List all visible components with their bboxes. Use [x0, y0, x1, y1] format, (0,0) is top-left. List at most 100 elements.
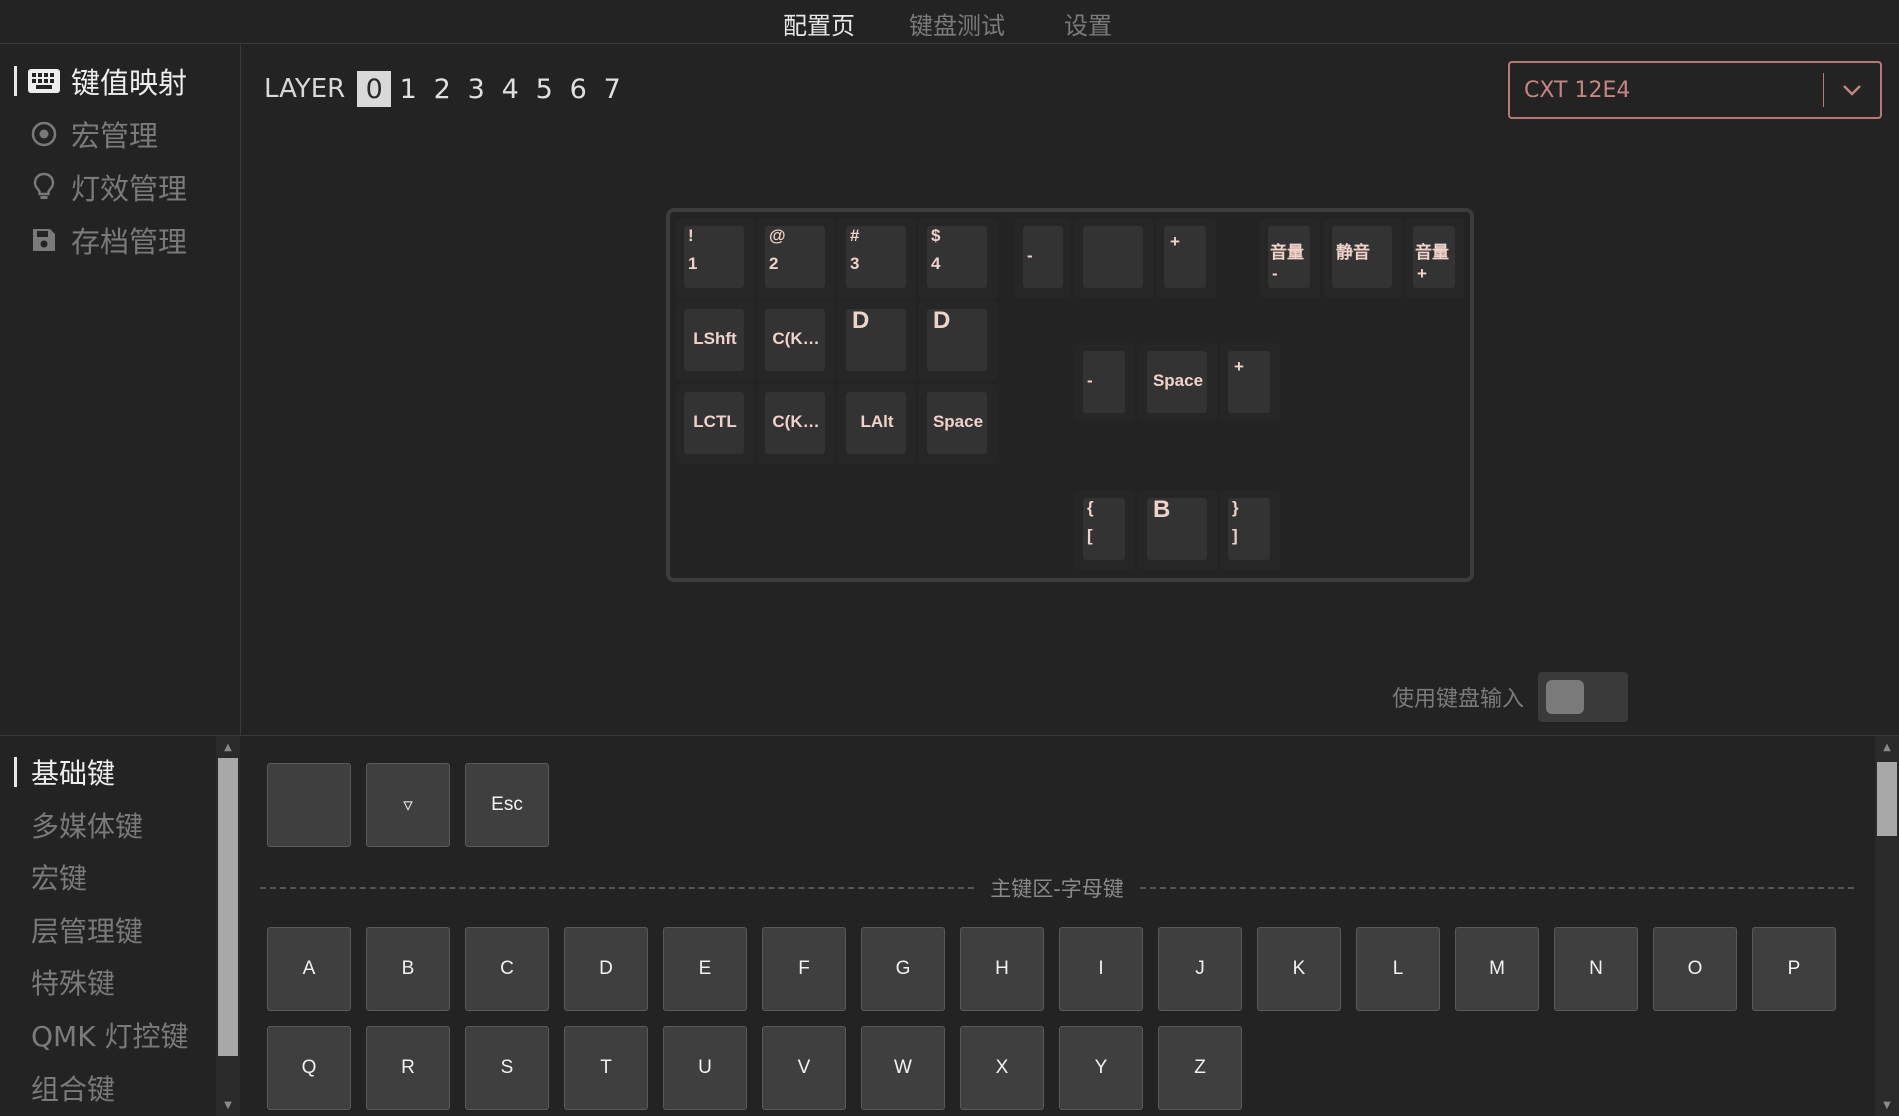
palette-key-p[interactable]: P — [1752, 927, 1836, 1011]
key-plus-2[interactable]: + — [1220, 343, 1280, 423]
layer-3[interactable]: 3 — [459, 71, 493, 107]
palette-key-blank[interactable] — [267, 763, 351, 847]
key-blank[interactable] — [1075, 218, 1153, 298]
key-b[interactable]: B — [1139, 490, 1217, 570]
category-combo[interactable]: 组合键 — [14, 1068, 115, 1108]
palette-key-o[interactable]: O — [1653, 927, 1737, 1011]
sidebar-item-lighting[interactable]: 灯效管理 — [14, 167, 187, 207]
sidebar-item-archive[interactable]: 存档管理 — [14, 220, 187, 260]
palette-key-d[interactable]: D — [564, 927, 648, 1011]
key-lalt[interactable]: LAlt — [838, 384, 916, 464]
key-space-1[interactable]: Space — [919, 384, 997, 464]
palette-key-transparent[interactable]: ▿ — [366, 763, 450, 847]
palette-key-l[interactable]: L — [1356, 927, 1440, 1011]
palette-key-t[interactable]: T — [564, 1026, 648, 1110]
key-bottom-legend: + — [1417, 264, 1427, 283]
palette-key-r[interactable]: R — [366, 1026, 450, 1110]
palette-key-f[interactable]: F — [762, 927, 846, 1011]
scroll-thumb[interactable] — [1877, 762, 1897, 836]
palette-key-m[interactable]: M — [1455, 927, 1539, 1011]
key-minus-2[interactable]: - — [1075, 343, 1135, 423]
category-layer[interactable]: 层管理键 — [14, 910, 143, 950]
palette-key-h[interactable]: H — [960, 927, 1044, 1011]
category-label: 层管理键 — [31, 915, 144, 948]
key-lctl[interactable]: LCTL — [676, 384, 754, 464]
key-mute[interactable]: 静音 — [1324, 218, 1402, 298]
device-select[interactable]: CXT 12E4 — [1508, 61, 1882, 119]
scroll-thumb[interactable] — [218, 758, 238, 1056]
key-d-2[interactable]: D — [919, 301, 997, 381]
key-legend: Space — [932, 412, 984, 431]
palette-key-esc[interactable]: Esc — [465, 763, 549, 847]
palette-key-k[interactable]: K — [1257, 927, 1341, 1011]
palette-key-z[interactable]: Z — [1158, 1026, 1242, 1110]
key-brace-left[interactable]: {[ — [1075, 490, 1135, 570]
layer-0[interactable]: 0 — [357, 71, 392, 107]
category-scrollbar[interactable]: ▲ ▼ — [216, 736, 240, 1116]
key-volume-down[interactable]: 音量 - — [1260, 218, 1320, 298]
sidebar-item-keymap[interactable]: 键值映射 — [14, 61, 187, 101]
key-top-legend: 音量 — [1415, 243, 1449, 262]
scroll-down-icon[interactable]: ▼ — [216, 1096, 240, 1114]
palette-key-c[interactable]: C — [465, 927, 549, 1011]
key-d-1[interactable]: D — [838, 301, 916, 381]
key-combo-2[interactable]: C(K… — [757, 384, 835, 464]
category-macro[interactable]: 宏键 — [14, 857, 87, 897]
layer-1[interactable]: 1 — [391, 71, 425, 107]
key-lshift[interactable]: LShft — [676, 301, 754, 381]
sidebar-item-macro[interactable]: 宏管理 — [14, 114, 158, 154]
key-palette: ▿ Esc 主键区-字母键 ABCDEFGHIJKLMNOP QRSTUVWXYZ — [242, 736, 1872, 1116]
device-select-value: CXT 12E4 — [1524, 77, 1631, 103]
palette-key-e[interactable]: E — [663, 927, 747, 1011]
palette-key-w[interactable]: W — [861, 1026, 945, 1110]
palette-key-n[interactable]: N — [1554, 927, 1638, 1011]
key-3[interactable]: #3 — [838, 218, 916, 298]
palette-key-s[interactable]: S — [465, 1026, 549, 1110]
category-basic[interactable]: 基础键 — [14, 752, 115, 792]
category-label: 宏键 — [31, 862, 88, 895]
layer-4[interactable]: 4 — [493, 71, 527, 107]
scroll-down-icon[interactable]: ▼ — [1875, 1096, 1899, 1114]
section-divider: 主键区-字母键 — [260, 876, 1855, 901]
tab-settings[interactable]: 设置 — [1064, 6, 1112, 41]
palette-scrollbar[interactable]: ▲ ▼ — [1875, 736, 1899, 1116]
key-space-2[interactable]: Space — [1139, 343, 1217, 423]
key-plus[interactable]: + — [1156, 218, 1216, 298]
category-special[interactable]: 特殊键 — [14, 962, 115, 1002]
palette-key-u[interactable]: U — [663, 1026, 747, 1110]
palette-key-i[interactable]: I — [1059, 927, 1143, 1011]
layer-6[interactable]: 6 — [561, 71, 595, 107]
key-legend: C(K… — [772, 412, 820, 431]
palette-key-j[interactable]: J — [1158, 927, 1242, 1011]
indicator-placeholder — [14, 225, 17, 255]
key-brace-right[interactable]: }] — [1220, 490, 1280, 570]
palette-key-v[interactable]: V — [762, 1026, 846, 1110]
indicator-placeholder — [14, 1020, 17, 1050]
keyboard-input-toggle[interactable] — [1538, 672, 1629, 722]
layer-7[interactable]: 7 — [595, 71, 629, 107]
key-minus[interactable]: - — [1015, 218, 1071, 298]
key-1[interactable]: ! 1 — [676, 218, 754, 298]
palette-key-g[interactable]: G — [861, 927, 945, 1011]
key-combo-1[interactable]: C(K… — [757, 301, 835, 381]
key-2[interactable]: @2 — [757, 218, 835, 298]
palette-key-q[interactable]: Q — [267, 1026, 351, 1110]
key-4[interactable]: $4 — [919, 218, 997, 298]
palette-key-y[interactable]: Y — [1059, 1026, 1143, 1110]
category-media[interactable]: 多媒体键 — [14, 805, 143, 845]
layer-5[interactable]: 5 — [527, 71, 561, 107]
scroll-up-icon[interactable]: ▲ — [1875, 738, 1899, 756]
tab-config-page[interactable]: 配置页 — [783, 6, 855, 41]
palette-key-b[interactable]: B — [366, 927, 450, 1011]
layer-2[interactable]: 2 — [425, 71, 459, 107]
scroll-up-icon[interactable]: ▲ — [216, 738, 240, 756]
key-top-legend: 音量 — [1270, 243, 1304, 262]
key-bottom-legend: 1 — [688, 254, 698, 273]
palette-key-x[interactable]: X — [960, 1026, 1044, 1110]
sidebar-item-label: 键值映射 — [71, 66, 188, 100]
key-volume-up[interactable]: 音量 + — [1405, 218, 1465, 298]
chevron-down-icon[interactable] — [1824, 84, 1880, 96]
tab-keyboard-test[interactable]: 键盘测试 — [909, 6, 1005, 41]
category-qmk-lighting[interactable]: QMK 灯控键 — [14, 1015, 188, 1055]
palette-key-a[interactable]: A — [267, 927, 351, 1011]
